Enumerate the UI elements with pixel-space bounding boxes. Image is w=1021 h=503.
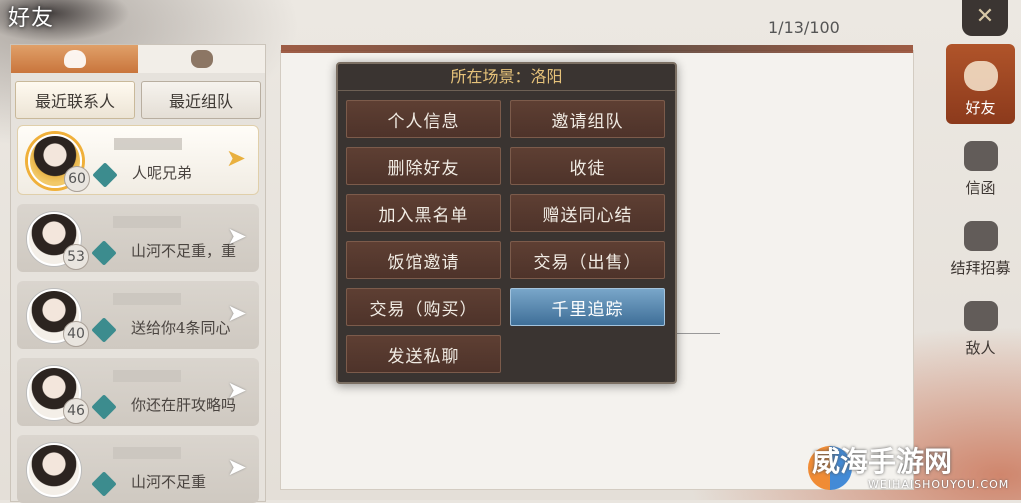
contact-name-blurred — [113, 216, 181, 228]
tab-pouch[interactable] — [11, 45, 138, 73]
trade-sell-button[interactable]: 交易（出售） — [510, 241, 665, 279]
action-grid: 个人信息 邀请组队 删除好友 收徒 加入黑名单 赠送同心结 饭馆邀请 交易（出售… — [346, 100, 665, 373]
level-badge: 60 — [64, 166, 90, 192]
status-badge — [92, 162, 118, 188]
contact-name-blurred — [113, 293, 181, 305]
nav-label: 敌人 — [965, 339, 996, 357]
level-badge: 46 — [63, 398, 89, 424]
sworn-brothers-icon — [963, 221, 998, 251]
friends-list-panel: 最近联系人 最近组队 60 人呢兄弟 ➤ 53 山河不足重，重 ➤ 40 送给你… — [10, 44, 266, 503]
delete-friend-button[interactable]: 删除好友 — [346, 147, 501, 185]
contact-row[interactable]: 60 人呢兄弟 ➤ — [17, 125, 259, 195]
enemy-icon — [963, 301, 998, 331]
friend-actions-popup: 所在场景：洛阳 个人信息 邀请组队 删除好友 收徒 加入黑名单 赠送同心结 饭馆… — [336, 62, 677, 384]
level-badge: 40 — [63, 321, 89, 347]
last-message: 你还在肝攻略吗 — [131, 396, 237, 414]
last-message: 人呢兄弟 — [132, 164, 193, 182]
blacklist-button[interactable]: 加入黑名单 — [346, 194, 501, 232]
take-apprentice-button[interactable]: 收徒 — [510, 147, 665, 185]
right-nav: 好友 信函 结拜招募 敌人 — [940, 44, 1021, 500]
tab-people[interactable] — [138, 45, 265, 73]
last-message: 山河不足重，重 — [131, 242, 237, 260]
restaurant-invite-button[interactable]: 饭馆邀请 — [346, 241, 501, 279]
nav-letters[interactable]: 信函 — [940, 124, 1021, 204]
nav-label: 好友 — [965, 99, 996, 117]
gift-knot-button[interactable]: 赠送同心结 — [510, 194, 665, 232]
nav-friends[interactable]: 好友 — [946, 44, 1015, 124]
contact-name-blurred — [113, 370, 181, 382]
profile-button[interactable]: 个人信息 — [346, 100, 501, 138]
page-counter: 1/13/100 — [768, 18, 840, 37]
contact-row[interactable]: 46 你还在肝攻略吗 ➤ — [17, 358, 259, 426]
popup-title: 所在场景：洛阳 — [338, 64, 675, 91]
status-badge — [91, 471, 117, 497]
window-title: 好友 — [8, 6, 55, 31]
chevron-right-icon[interactable]: ➤ — [227, 453, 247, 481]
nav-enemies[interactable]: 敌人 — [940, 284, 1021, 364]
tab-recent-contacts[interactable]: 最近联系人 — [15, 81, 135, 119]
chevron-right-icon[interactable]: ➤ — [226, 144, 246, 172]
invite-team-button[interactable]: 邀请组队 — [510, 100, 665, 138]
trade-buy-button[interactable]: 交易（购买） — [346, 288, 501, 326]
watermark-subtext: WEIHAISHOUYOU.COM — [868, 478, 1010, 491]
level-badge: 53 — [63, 244, 89, 270]
chevron-right-icon[interactable]: ➤ — [227, 376, 247, 404]
private-chat-button[interactable]: 发送私聊 — [346, 335, 501, 373]
nav-label: 结拜招募 — [950, 259, 1011, 277]
people-icon — [190, 50, 213, 68]
contact-row[interactable]: 山河不足重 ➤ — [17, 435, 259, 503]
category-tabs — [11, 45, 265, 73]
last-message: 山河不足重 — [131, 473, 207, 491]
pouch-icon — [63, 50, 86, 68]
sub-tabs: 最近联系人 最近组队 — [11, 73, 265, 125]
contact-row[interactable]: 53 山河不足重，重 ➤ — [17, 204, 259, 272]
chevron-right-icon[interactable]: ➤ — [227, 222, 247, 250]
status-badge — [91, 240, 117, 266]
status-badge — [91, 394, 117, 420]
last-message: 送给你4条同心 — [131, 319, 231, 337]
friends-icon — [963, 61, 998, 91]
chevron-right-icon[interactable]: ➤ — [227, 299, 247, 327]
contact-name-blurred — [113, 447, 181, 459]
nav-sworn-recruit[interactable]: 结拜招募 — [940, 204, 1021, 284]
nav-label: 信函 — [965, 179, 996, 197]
avatar — [27, 443, 81, 497]
status-badge — [91, 317, 117, 343]
watermark-text: 威海手游网 — [812, 445, 953, 478]
track-button[interactable]: 千里追踪 — [510, 288, 665, 326]
tab-recent-team[interactable]: 最近组队 — [141, 81, 261, 119]
game-screen: 好友 1/13/100 ✕ 最近联系人 最近组队 60 人呢兄弟 ➤ 53 山河… — [0, 0, 1021, 503]
crossed-swords-icon: ✕ — [975, 4, 995, 29]
contact-row[interactable]: 40 送给你4条同心 ➤ — [17, 281, 259, 349]
contact-name-blurred — [114, 138, 182, 150]
close-button[interactable]: ✕ — [962, 0, 1008, 36]
letter-icon — [963, 141, 998, 171]
